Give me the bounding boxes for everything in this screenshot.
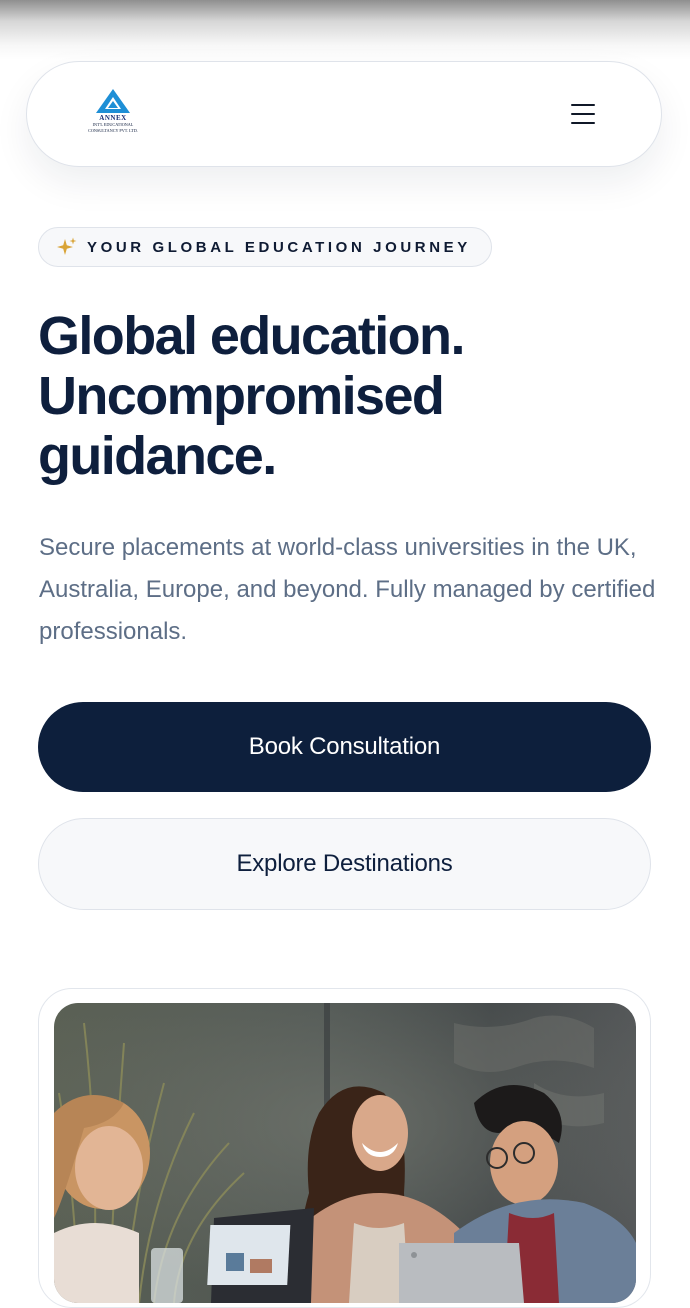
hamburger-menu-icon[interactable] xyxy=(567,100,599,128)
brand-logo[interactable]: ANNEX INT'L EDUCATIONAL CONSULTANCY PVT.… xyxy=(83,88,143,142)
hero-badge: YOUR GLOBAL EDUCATION JOURNEY xyxy=(38,227,492,267)
hero-title-line: Uncompromised xyxy=(38,366,445,426)
hero-title: Global education. Uncompromised guidance… xyxy=(38,306,658,486)
hero-description: Secure placements at world-class univers… xyxy=(39,534,656,645)
hero-title-line: Global education. xyxy=(38,306,465,366)
badge-label: YOUR GLOBAL EDUCATION JOURNEY xyxy=(87,238,471,256)
logo-subtitle-2: CONSULTANCY PVT. LTD. xyxy=(88,128,138,133)
students-photo xyxy=(54,1003,636,1303)
logo-name: ANNEX xyxy=(99,114,127,122)
book-consultation-button[interactable]: Book Consultation xyxy=(38,702,651,792)
hero-title-line: guidance. xyxy=(38,426,277,486)
logo-triangle-icon xyxy=(96,89,130,113)
status-bar-shade xyxy=(0,0,690,60)
logo-subtitle: INT'L EDUCATIONAL xyxy=(92,122,134,127)
sparkle-icon xyxy=(57,237,77,257)
explore-destinations-button[interactable]: Explore Destinations xyxy=(38,818,651,910)
navbar: ANNEX INT'L EDUCATIONAL CONSULTANCY PVT.… xyxy=(26,61,662,167)
